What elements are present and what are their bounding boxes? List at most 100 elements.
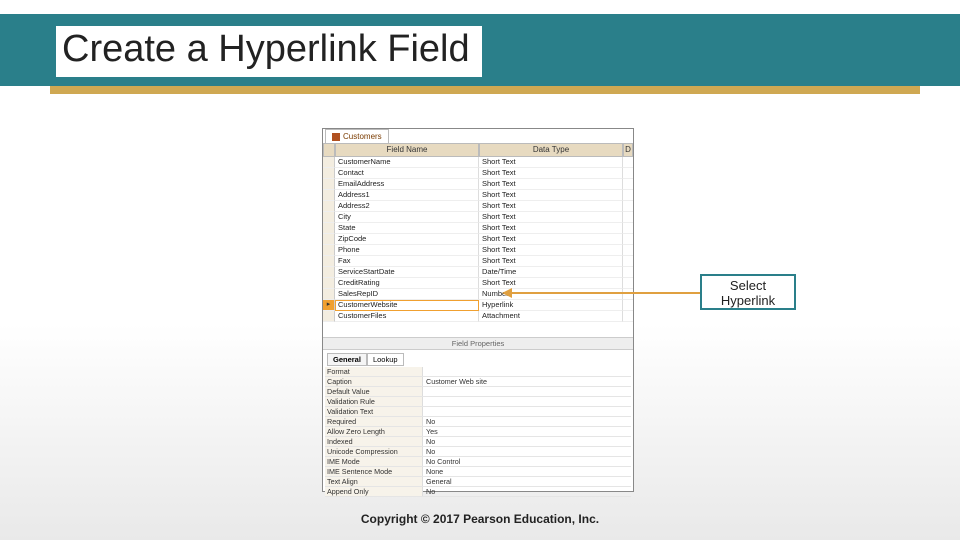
- property-value[interactable]: [423, 407, 631, 416]
- data-type-cell[interactable]: Short Text: [479, 223, 623, 234]
- table-row[interactable]: SalesRepIDNumber: [323, 289, 633, 300]
- description-cell[interactable]: [623, 190, 633, 201]
- description-cell[interactable]: [623, 256, 633, 267]
- table-tab[interactable]: Customers: [325, 129, 389, 143]
- row-selector[interactable]: [323, 256, 335, 267]
- property-row[interactable]: Default Value: [325, 387, 631, 397]
- description-cell[interactable]: [623, 157, 633, 168]
- property-row[interactable]: RequiredNo: [325, 417, 631, 427]
- data-type-cell[interactable]: Short Text: [479, 212, 623, 223]
- field-name-cell[interactable]: SalesRepID: [335, 289, 479, 300]
- table-row[interactable]: CityShort Text: [323, 212, 633, 223]
- description-cell[interactable]: [623, 300, 633, 311]
- property-value[interactable]: No Control: [423, 457, 631, 466]
- property-value[interactable]: [423, 387, 631, 396]
- field-name-cell[interactable]: Fax: [335, 256, 479, 267]
- data-type-cell[interactable]: Hyperlink: [479, 300, 623, 311]
- tab-lookup[interactable]: Lookup: [367, 353, 404, 366]
- field-name-cell[interactable]: Contact: [335, 168, 479, 179]
- property-value[interactable]: Yes: [423, 427, 631, 436]
- property-row[interactable]: Validation Rule: [325, 397, 631, 407]
- data-type-cell[interactable]: Number: [479, 289, 623, 300]
- data-type-cell[interactable]: Short Text: [479, 278, 623, 289]
- data-type-cell[interactable]: Short Text: [479, 201, 623, 212]
- data-type-cell[interactable]: Date/Time: [479, 267, 623, 278]
- table-row[interactable]: PhoneShort Text: [323, 245, 633, 256]
- table-row[interactable]: ContactShort Text: [323, 168, 633, 179]
- row-selector[interactable]: [323, 212, 335, 223]
- property-row[interactable]: Format: [325, 367, 631, 377]
- row-selector[interactable]: [323, 179, 335, 190]
- row-selector[interactable]: [323, 245, 335, 256]
- description-cell[interactable]: [623, 179, 633, 190]
- field-name-cell[interactable]: CustomerName: [335, 157, 479, 168]
- property-row[interactable]: CaptionCustomer Web site: [325, 377, 631, 387]
- description-cell[interactable]: [623, 223, 633, 234]
- property-value[interactable]: [423, 397, 631, 406]
- table-row[interactable]: EmailAddressShort Text: [323, 179, 633, 190]
- description-cell[interactable]: [623, 234, 633, 245]
- property-row[interactable]: IME Sentence ModeNone: [325, 467, 631, 477]
- table-row[interactable]: StateShort Text: [323, 223, 633, 234]
- description-cell[interactable]: [623, 278, 633, 289]
- table-row[interactable]: CustomerNameShort Text: [323, 157, 633, 168]
- description-cell[interactable]: [623, 201, 633, 212]
- description-cell[interactable]: [623, 168, 633, 179]
- property-value[interactable]: No: [423, 447, 631, 456]
- tab-general[interactable]: General: [327, 353, 367, 366]
- row-selector[interactable]: [323, 234, 335, 245]
- field-name-cell[interactable]: CustomerFiles: [335, 311, 479, 322]
- property-row[interactable]: IndexedNo: [325, 437, 631, 447]
- data-type-cell[interactable]: Short Text: [479, 179, 623, 190]
- property-row[interactable]: Text AlignGeneral: [325, 477, 631, 487]
- property-value[interactable]: No: [423, 437, 631, 446]
- property-row[interactable]: IME ModeNo Control: [325, 457, 631, 467]
- field-name-cell[interactable]: State: [335, 223, 479, 234]
- table-row[interactable]: Address1Short Text: [323, 190, 633, 201]
- row-selector[interactable]: [323, 311, 335, 322]
- row-selector[interactable]: [323, 190, 335, 201]
- data-type-cell[interactable]: Short Text: [479, 256, 623, 267]
- table-row[interactable]: CustomerWebsiteHyperlink: [323, 300, 633, 311]
- table-row[interactable]: ServiceStartDateDate/Time: [323, 267, 633, 278]
- field-name-cell[interactable]: ServiceStartDate: [335, 267, 479, 278]
- row-selector[interactable]: [323, 223, 335, 234]
- data-type-cell[interactable]: Short Text: [479, 234, 623, 245]
- row-selector[interactable]: [323, 267, 335, 278]
- field-name-cell[interactable]: City: [335, 212, 479, 223]
- field-name-cell[interactable]: CustomerWebsite: [335, 300, 479, 311]
- data-type-cell[interactable]: Attachment: [479, 311, 623, 322]
- property-value[interactable]: No: [423, 417, 631, 426]
- property-value[interactable]: No: [423, 487, 631, 496]
- description-cell[interactable]: [623, 267, 633, 278]
- field-name-cell[interactable]: CreditRating: [335, 278, 479, 289]
- property-value[interactable]: Customer Web site: [423, 377, 631, 386]
- property-value[interactable]: [423, 367, 631, 376]
- row-selector[interactable]: [323, 278, 335, 289]
- property-row[interactable]: Append OnlyNo: [325, 487, 631, 497]
- property-value[interactable]: None: [423, 467, 631, 476]
- data-type-cell[interactable]: Short Text: [479, 168, 623, 179]
- table-row[interactable]: ZipCodeShort Text: [323, 234, 633, 245]
- row-selector[interactable]: [323, 289, 335, 300]
- property-row[interactable]: Validation Text: [325, 407, 631, 417]
- field-name-cell[interactable]: Address2: [335, 201, 479, 212]
- description-cell[interactable]: [623, 311, 633, 322]
- field-name-cell[interactable]: ZipCode: [335, 234, 479, 245]
- table-row[interactable]: Address2Short Text: [323, 201, 633, 212]
- property-row[interactable]: Unicode CompressionNo: [325, 447, 631, 457]
- description-cell[interactable]: [623, 289, 633, 300]
- description-cell[interactable]: [623, 245, 633, 256]
- table-row[interactable]: CustomerFilesAttachment: [323, 311, 633, 322]
- description-cell[interactable]: [623, 212, 633, 223]
- table-row[interactable]: CreditRatingShort Text: [323, 278, 633, 289]
- field-name-cell[interactable]: EmailAddress: [335, 179, 479, 190]
- row-selector[interactable]: [323, 300, 335, 311]
- data-type-cell[interactable]: Short Text: [479, 245, 623, 256]
- row-selector[interactable]: [323, 168, 335, 179]
- table-row[interactable]: FaxShort Text: [323, 256, 633, 267]
- property-row[interactable]: Allow Zero LengthYes: [325, 427, 631, 437]
- field-name-cell[interactable]: Address1: [335, 190, 479, 201]
- row-selector[interactable]: [323, 201, 335, 212]
- property-value[interactable]: General: [423, 477, 631, 486]
